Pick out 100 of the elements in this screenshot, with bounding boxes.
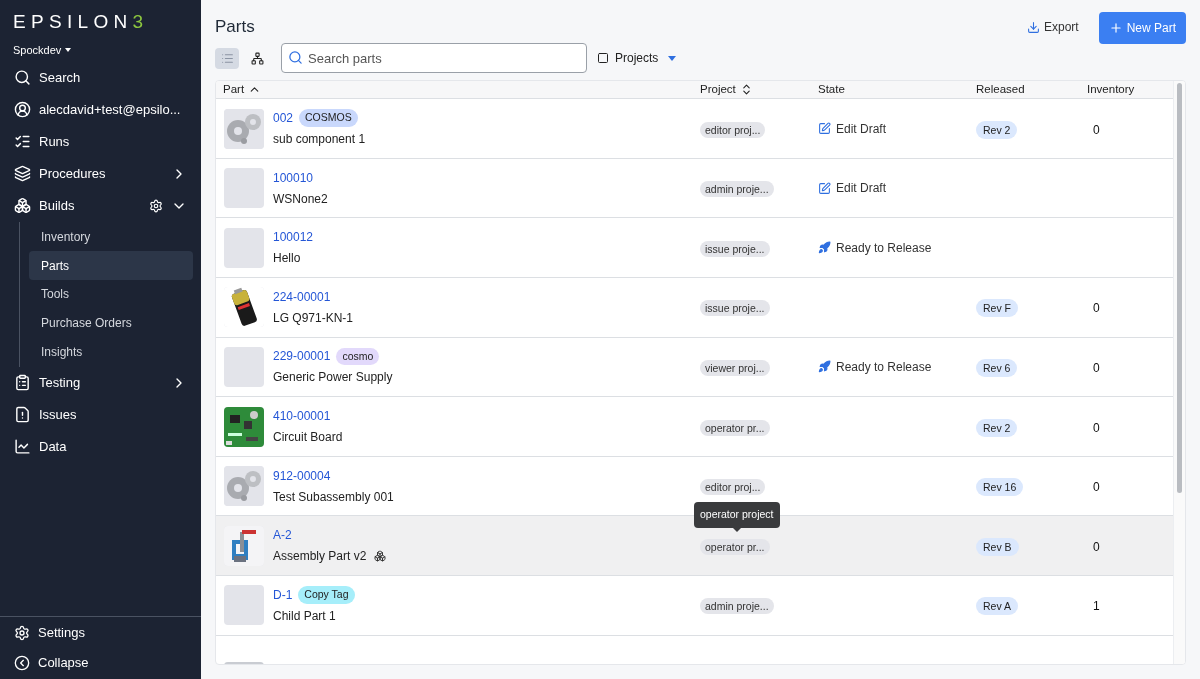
part-number-link[interactable]: 100012 <box>273 228 314 247</box>
column-header[interactable]: State <box>818 81 845 99</box>
inventory-count: 0 <box>1093 420 1100 435</box>
state-label: Ready to Release <box>818 357 976 376</box>
table-row[interactable]: 100012 Hello issue proje... Ready to Release <box>216 218 1173 279</box>
state-label: Edit Draft <box>818 179 976 198</box>
project-tag: admin proje... <box>700 181 774 198</box>
part-number-link[interactable]: 002 <box>273 109 294 128</box>
scrollbar[interactable] <box>1173 81 1185 664</box>
table-row[interactable]: 002 COSMOS sub component 1 editor proj... Edit Draft Rev 2 0 <box>216 99 1173 159</box>
logo: EPSILON 3 <box>13 10 150 34</box>
user-icon <box>14 101 31 118</box>
part-name: Circuit Board <box>273 429 343 446</box>
sidebar-item[interactable]: Settings <box>0 618 201 648</box>
part-number-link[interactable]: 912-00004 <box>273 466 331 485</box>
sidebar-subitem[interactable]: Tools <box>29 279 193 309</box>
revision-badge: Rev A <box>976 597 1018 616</box>
part-number-link[interactable]: D-1 <box>273 585 293 604</box>
thumbnail-placeholder <box>224 346 264 387</box>
inventory-count: 0 <box>1093 480 1100 495</box>
sidebar-item[interactable]: Builds <box>0 189 201 222</box>
column-header[interactable]: Part <box>223 81 262 99</box>
settings-icon <box>14 625 30 641</box>
page-title: Parts <box>215 16 255 38</box>
part-name: WSNone2 <box>273 190 328 208</box>
search-icon <box>288 50 303 65</box>
part-name: Child Part 1 <box>273 607 336 625</box>
column-header[interactable]: Released <box>976 81 1025 99</box>
sidebar-subitem[interactable]: Insights <box>29 337 193 366</box>
inventory-count: 1 <box>1093 599 1100 614</box>
sidebar-item[interactable]: Collapse <box>0 648 201 678</box>
inventory-count: 0 <box>1093 301 1100 316</box>
list-view-toggle[interactable] <box>215 47 239 69</box>
search-field[interactable]: Search parts <box>281 43 587 73</box>
inventory-count: 0 <box>1093 539 1100 554</box>
sidebar-subitem[interactable]: Parts <box>29 251 193 280</box>
sidebar-item[interactable]: Testing <box>0 366 201 399</box>
checkbox-icon <box>597 52 609 64</box>
table-row[interactable]: 410-00001 Circuit Board operator pr... Rev 2 0 <box>216 397 1173 457</box>
rocket-icon <box>818 241 831 255</box>
sidebar-subitem[interactable]: Inventory <box>29 222 193 252</box>
part-tag: COSMOS <box>299 109 358 127</box>
part-name: LG Q971-KN-1 <box>273 309 354 327</box>
search-icon <box>14 69 31 86</box>
project-tag: editor proj... <box>700 479 766 496</box>
part-name: Hello <box>273 250 301 268</box>
table-row[interactable]: 100010 WSNone2 admin proje... Edit Draft <box>216 158 1173 219</box>
sidebar-item[interactable]: Issues <box>0 398 201 431</box>
edit-icon <box>818 122 831 136</box>
sidebar-item[interactable]: Runs <box>0 125 201 158</box>
download-icon <box>1026 20 1040 34</box>
part-name: sub component 1 <box>273 131 366 149</box>
project-tag: editor proj... <box>700 121 766 138</box>
sidebar-item[interactable]: Data <box>0 430 201 463</box>
table-row[interactable]: D-1 Copy Tag Child Part 1 admin proje... Rev A 1 <box>216 576 1173 636</box>
state-label: Edit Draft <box>818 119 976 138</box>
inventory-count: 0 <box>1093 360 1100 375</box>
inventory-count: 0 <box>1093 122 1100 137</box>
new-part-button[interactable]: New Part <box>1098 12 1186 44</box>
column-header[interactable]: Project <box>700 81 753 99</box>
caret-icon <box>668 55 677 61</box>
layers-icon <box>14 165 31 182</box>
thumbnail-placeholder <box>224 168 264 209</box>
part-number-link[interactable]: 100010 <box>273 168 314 187</box>
part-number-link[interactable]: 224-00001 <box>273 287 331 306</box>
part-number-link[interactable]: 410-00001 <box>273 407 331 425</box>
caret-icon <box>65 48 72 53</box>
hierarchy-icon <box>250 51 264 65</box>
thumbnail-placeholder <box>224 585 264 626</box>
part-number-link[interactable]: 229-00001 <box>273 347 331 366</box>
workspace-selector[interactable]: Spockdev <box>13 42 72 59</box>
project-tag: issue proje... <box>700 240 770 257</box>
project-tag: operator pr... <box>700 538 770 555</box>
sidebar-item[interactable]: Search <box>0 61 201 94</box>
state-label: Ready to Release <box>818 238 976 257</box>
sidebar-item[interactable]: alecdavid+test@epsilo... <box>0 93 201 126</box>
table-row[interactable]: 224-00001 LG Q971-KN-1 issue proje... Rev F 0 <box>216 278 1173 338</box>
rocket-icon <box>818 360 831 374</box>
part-tag: Copy Tag <box>298 585 355 604</box>
list-icon <box>220 51 234 65</box>
edit-icon <box>818 181 831 195</box>
part-name: Generic Power Supply <box>273 369 393 387</box>
chevron-left-icon <box>14 655 30 671</box>
part-name: Assembly Part v2 <box>273 548 367 566</box>
settings-icon[interactable] <box>149 198 163 213</box>
project-tag: issue proje... <box>700 300 770 317</box>
export-button[interactable]: Export <box>1018 12 1087 42</box>
part-number-link[interactable]: A-2 <box>273 526 292 545</box>
line-chart-icon <box>14 438 31 456</box>
revision-badge: Rev 6 <box>976 358 1018 377</box>
thumbnail-placeholder <box>224 227 264 268</box>
column-header[interactable]: Inventory <box>1087 81 1135 99</box>
revision-badge: Rev B <box>976 537 1019 556</box>
revision-badge: Rev 16 <box>976 478 1024 497</box>
table-row[interactable]: 229-00001 cosmo Generic Power Supply viewer proj... Ready to Release Rev 6 0 <box>216 337 1173 398</box>
projects-filter[interactable]: Projects <box>597 49 677 67</box>
boxes-icon <box>14 197 31 214</box>
revision-badge: Rev 2 <box>976 120 1018 139</box>
sidebar-subitem[interactable]: Purchase Orders <box>29 308 193 338</box>
sidebar-item[interactable]: Procedures <box>0 157 201 190</box>
